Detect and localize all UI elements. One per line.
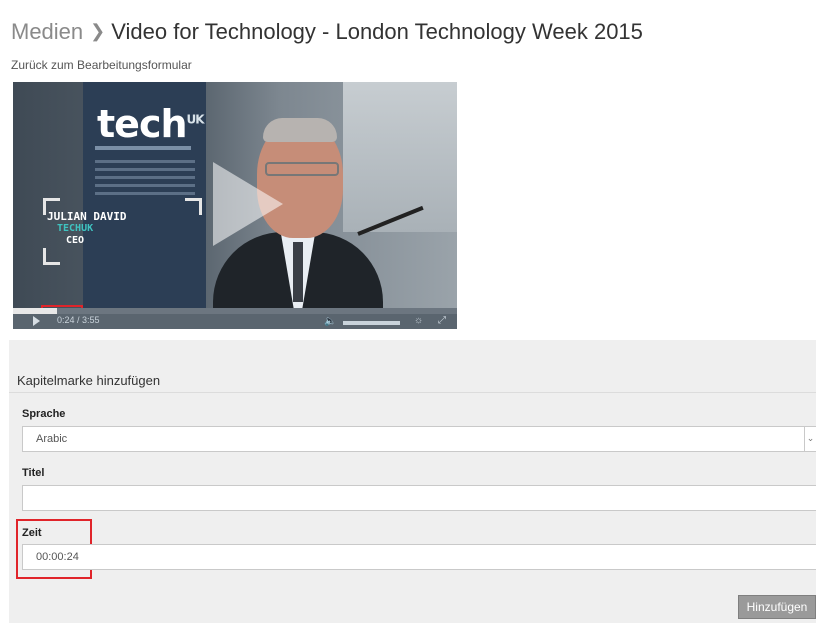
video-speaker-org: TECHUK [57,223,94,234]
breadcrumb-section[interactable]: Medien [11,19,83,45]
play-icon[interactable] [33,316,40,326]
video-banner-logo-text: tech [97,102,188,146]
volume-icon[interactable]: 🔈 [324,316,336,327]
video-window-background [343,82,457,232]
volume-slider[interactable] [343,321,400,325]
video-speaker-tie [293,242,303,302]
time-input[interactable]: 00:00:24 [22,544,816,570]
chevron-down-icon[interactable]: ⌄ [804,426,816,452]
back-to-edit-form-link[interactable]: Zurück zum Bearbeitungsformular [11,58,192,72]
page-title: Video for Technology - London Technology… [111,19,643,44]
title-label: Titel [22,467,45,479]
play-icon[interactable] [213,162,283,246]
language-select[interactable]: Arabic [22,426,816,452]
panel-heading: Kapitelmarke hinzufügen [17,373,161,388]
video-speaker-hair [263,118,337,142]
video-banner-text-lines [95,160,195,200]
frame-corner-icon [43,198,60,215]
language-label: Sprache [22,408,66,420]
fullscreen-icon[interactable]: ⤢ [438,315,446,326]
frame-corner-icon [43,248,60,265]
time-label: Zeit [22,527,42,539]
video-time-display: 0:24 / 3:55 [57,315,100,325]
video-banner-bar [95,146,191,150]
chevron-right-icon: ❯ [90,20,106,41]
frame-corner-icon [185,198,202,215]
light-bulb-icon[interactable]: ☼ [414,315,423,326]
video-banner-logo-sup: UK [186,112,205,127]
video-player[interactable]: techUK JULIAN DAVID TECHUK CEO 0:24 / 3:… [13,82,457,329]
breadcrumb: Medien ❯ Video for Technology - London T… [11,16,643,48]
title-input[interactable] [22,485,816,511]
video-banner-logo: techUK [97,102,205,146]
video-speaker-role: CEO [66,235,85,246]
divider [9,392,816,393]
add-button[interactable]: Hinzufügen [738,595,816,619]
